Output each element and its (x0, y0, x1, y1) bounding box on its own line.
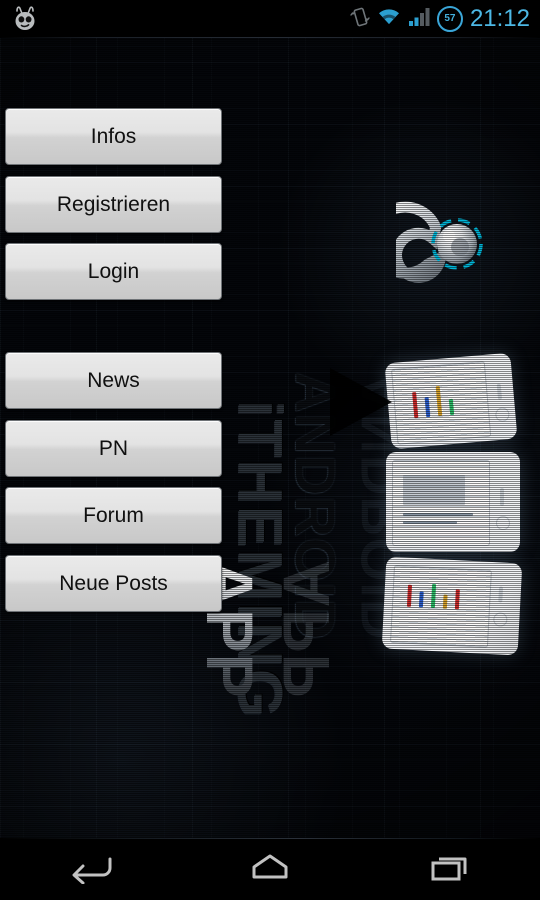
nav-recents-icon (425, 850, 475, 889)
app-screen: ANDROID ANDROID APP APP 57 21:12 Infos R… (0, 0, 540, 900)
menu-button-label: Registrieren (56, 193, 171, 216)
vibrate-icon (350, 6, 370, 33)
wifi-icon (377, 7, 401, 32)
menu-button-pn[interactable]: PN (5, 420, 222, 477)
battery-icon: 57 (436, 6, 463, 32)
itheming-ring-logo (366, 186, 518, 308)
signal-icon (408, 7, 430, 32)
android-navigation-bar (0, 838, 540, 900)
phone-mockup (384, 352, 518, 450)
phone-mockup (381, 556, 523, 656)
nav-home-button[interactable] (180, 838, 360, 900)
arrow-graphic (330, 368, 392, 436)
menu-button-registrieren[interactable]: Registrieren (5, 176, 222, 233)
nav-back-icon (65, 850, 115, 889)
cyanogenmod-cid-icon (10, 6, 40, 32)
menu-button-label: PN (98, 437, 129, 460)
status-bar: 57 21:12 (0, 0, 540, 38)
menu-button-label: Forum (83, 504, 144, 527)
menu-button-login[interactable]: Login (5, 243, 222, 300)
status-clock: 21:12 (469, 5, 530, 32)
main-menu-panel: Infos Registrieren Login News PN Forum N… (0, 0, 240, 900)
menu-button-label: News (87, 369, 140, 392)
menu-button-infos[interactable]: Infos (5, 108, 222, 165)
phone-mockup (386, 452, 520, 552)
menu-button-neue-posts[interactable]: Neue Posts (5, 555, 222, 612)
menu-button-label: Infos (90, 125, 137, 148)
status-icons: 57 21:12 (350, 5, 530, 33)
nav-back-button[interactable] (0, 838, 180, 900)
menu-button-label: Neue Posts (59, 572, 168, 595)
nav-home-icon (245, 850, 295, 889)
menu-button-news[interactable]: News (5, 352, 222, 409)
menu-button-forum[interactable]: Forum (5, 487, 222, 544)
menu-button-label: Login (87, 260, 140, 283)
nav-recents-button[interactable] (360, 838, 540, 900)
